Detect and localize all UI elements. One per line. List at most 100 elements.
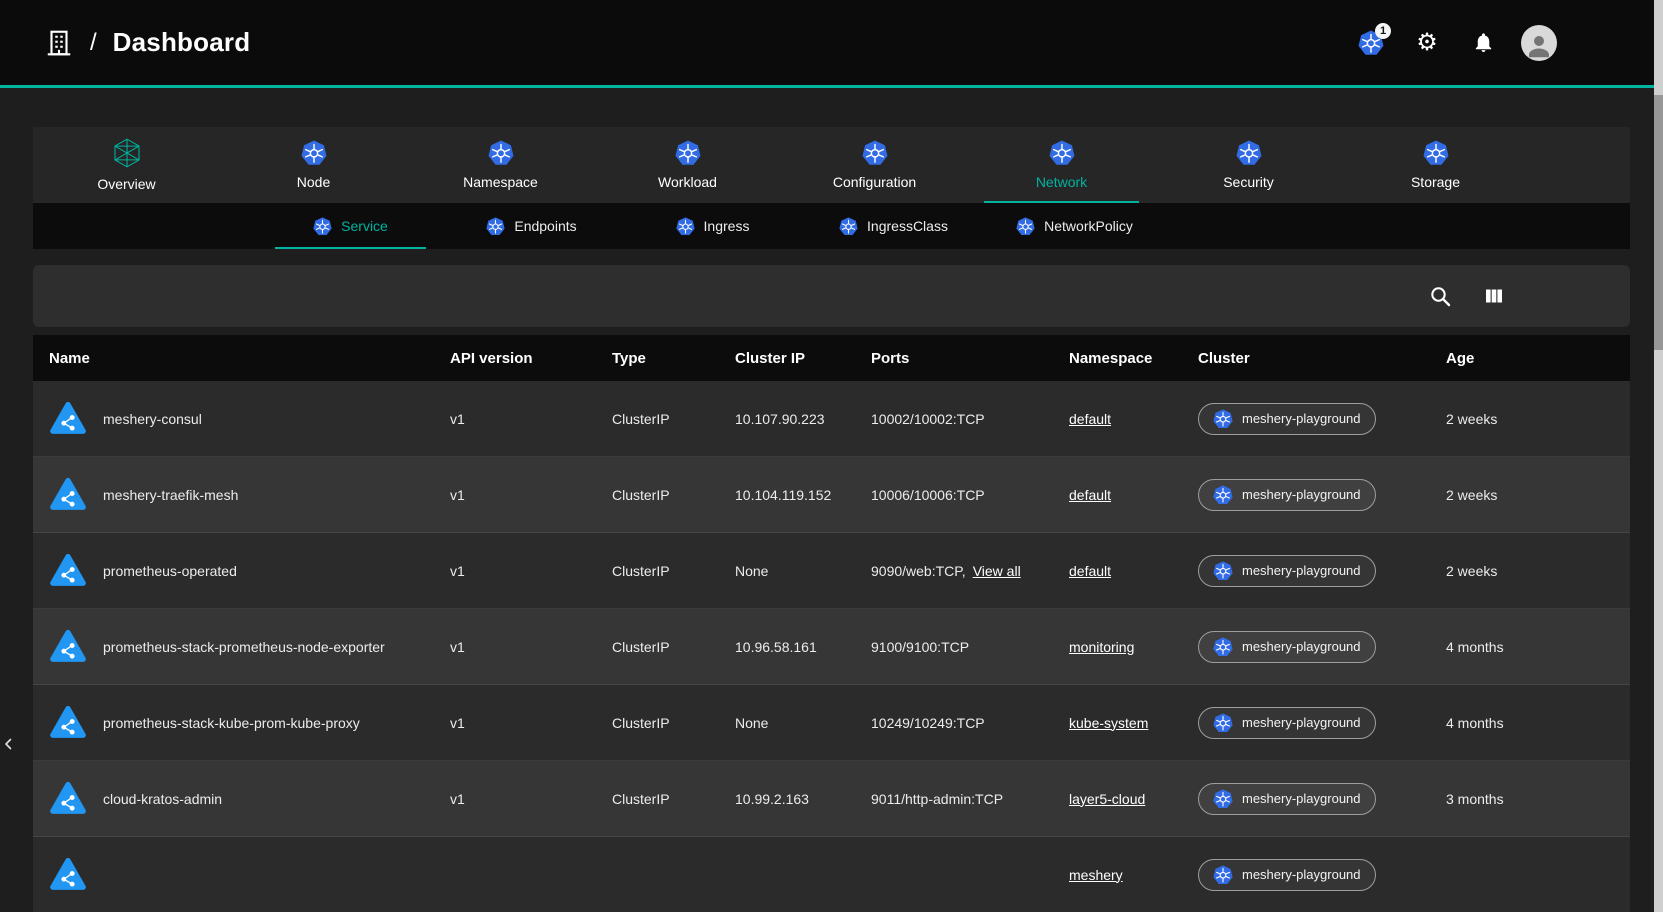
cluster-chip[interactable]: meshery-playground: [1198, 859, 1376, 891]
view-all-ports-link[interactable]: View all: [973, 563, 1021, 579]
resource-tab[interactable]: Storage: [1342, 127, 1529, 203]
dashboard-page: / Dashboard 1 ⚙ Overview: [0, 0, 1663, 912]
cluster-ip-cell: 10.99.2.163: [719, 791, 855, 807]
cluster-chip[interactable]: meshery-playground: [1198, 707, 1376, 739]
column-header[interactable]: Cluster: [1182, 350, 1430, 367]
cluster-chip-label: meshery-playground: [1242, 563, 1361, 578]
sub-tab[interactable]: NetworkPolicy: [984, 203, 1165, 249]
resource-tab[interactable]: Node: [220, 127, 407, 203]
service-icon: [49, 552, 87, 590]
ports-value: 10249/10249:TCP: [871, 715, 985, 731]
sub-tab[interactable]: Endpoints: [441, 203, 622, 249]
ports-value: 9011/http-admin:TCP: [871, 791, 1003, 807]
table-row[interactable]: prometheus-stack-prometheus-node-exporte…: [33, 609, 1630, 685]
column-header[interactable]: Type: [596, 350, 719, 367]
cluster-ip-cell: None: [719, 715, 855, 731]
namespace-link[interactable]: default: [1069, 563, 1111, 579]
user-avatar[interactable]: [1521, 25, 1557, 61]
sub-tab[interactable]: IngressClass: [803, 203, 984, 249]
tab-label: Network: [1036, 174, 1087, 190]
column-header[interactable]: Namespace: [1053, 350, 1182, 367]
cluster-cell: meshery-playground: [1182, 783, 1430, 815]
cluster-chip[interactable]: meshery-playground: [1198, 631, 1376, 663]
organization-icon[interactable]: [44, 28, 74, 58]
api-version-cell: v1: [434, 411, 596, 427]
cluster-cell: meshery-playground: [1182, 479, 1430, 511]
drawer-collapse-button[interactable]: [0, 731, 18, 757]
ports-cell: 9090/web:TCP,View all: [855, 563, 1053, 579]
sub-tab[interactable]: Service: [260, 203, 441, 249]
sub-tab-label: NetworkPolicy: [1044, 218, 1133, 234]
column-header[interactable]: Ports: [855, 350, 1053, 367]
table-row[interactable]: cloud-kratos-admin v1 ClusterIP 10.99.2.…: [33, 761, 1630, 837]
namespace-cell: meshery: [1053, 867, 1182, 883]
person-icon: [1524, 31, 1554, 61]
sub-tab-label: Endpoints: [514, 218, 576, 234]
search-button[interactable]: [1426, 282, 1454, 310]
table-row[interactable]: prometheus-operated v1 ClusterIP None 90…: [33, 533, 1630, 609]
namespace-link[interactable]: default: [1069, 487, 1111, 503]
kubernetes-icon: [1213, 485, 1233, 505]
cluster-cell: meshery-playground: [1182, 631, 1430, 663]
breadcrumb-separator: /: [90, 29, 97, 57]
namespace-cell: default: [1053, 487, 1182, 503]
tab-label: Security: [1223, 174, 1274, 190]
page-title: Dashboard: [113, 27, 251, 58]
table-row[interactable]: meshery meshery-playground: [33, 837, 1630, 912]
table-row[interactable]: meshery-traefik-mesh v1 ClusterIP 10.104…: [33, 457, 1630, 533]
resource-tab[interactable]: Network: [968, 127, 1155, 203]
resource-tab[interactable]: Overview: [33, 127, 220, 203]
resource-tab[interactable]: Security: [1155, 127, 1342, 203]
cluster-chip[interactable]: meshery-playground: [1198, 403, 1376, 435]
api-version-cell: v1: [434, 791, 596, 807]
table-row[interactable]: prometheus-stack-kube-prom-kube-proxy v1…: [33, 685, 1630, 761]
sub-tab-label: Service: [341, 218, 388, 234]
age-cell: 4 months: [1430, 639, 1630, 655]
ports-value: 10002/10002:TCP: [871, 411, 985, 427]
namespace-link[interactable]: default: [1069, 411, 1111, 427]
scrollbar-thumb[interactable]: [1654, 95, 1663, 350]
cluster-ip-cell: 10.104.119.152: [719, 487, 855, 503]
table-header-row: Name API version Type Cluster IP Ports N…: [33, 335, 1630, 381]
cluster-chip-label: meshery-playground: [1242, 715, 1361, 730]
network-sub-tabs: Service Endpoints Ingress IngressClass N…: [33, 203, 1630, 249]
cluster-chip[interactable]: meshery-playground: [1198, 555, 1376, 587]
namespace-link[interactable]: meshery: [1069, 867, 1123, 883]
cluster-chip-label: meshery-playground: [1242, 867, 1361, 882]
service-icon: [49, 856, 87, 894]
namespace-link[interactable]: kube-system: [1069, 715, 1148, 731]
chevron-left-icon: [0, 733, 18, 755]
cluster-chip-label: meshery-playground: [1242, 411, 1361, 426]
column-header[interactable]: Name: [33, 350, 434, 367]
column-header[interactable]: API version: [434, 350, 596, 367]
namespace-cell: monitoring: [1053, 639, 1182, 655]
namespace-link[interactable]: monitoring: [1069, 639, 1134, 655]
api-version-cell: v1: [434, 639, 596, 655]
vertical-scrollbar[interactable]: [1654, 0, 1663, 912]
column-header[interactable]: Cluster IP: [719, 350, 855, 367]
resource-tab[interactable]: Configuration: [781, 127, 968, 203]
sub-tab[interactable]: Ingress: [622, 203, 803, 249]
kubernetes-icon: [676, 217, 695, 236]
kubernetes-context-button[interactable]: 1: [1353, 25, 1389, 61]
cluster-chip[interactable]: meshery-playground: [1198, 783, 1376, 815]
column-header[interactable]: Age: [1430, 350, 1630, 367]
name-cell: cloud-kratos-admin: [33, 780, 434, 818]
settings-button[interactable]: ⚙: [1409, 25, 1445, 61]
kubernetes-icon: [1236, 140, 1262, 166]
kubernetes-icon: [488, 140, 514, 166]
breadcrumb: / Dashboard: [44, 27, 250, 58]
view-columns-button[interactable]: [1480, 282, 1508, 310]
notifications-button[interactable]: [1465, 25, 1501, 61]
tab-label: Configuration: [833, 174, 916, 190]
resource-tab[interactable]: Namespace: [407, 127, 594, 203]
type-cell: ClusterIP: [596, 791, 719, 807]
kubernetes-icon: [1213, 637, 1233, 657]
table-row[interactable]: meshery-consul v1 ClusterIP 10.107.90.22…: [33, 381, 1630, 457]
table-body: meshery-consul v1 ClusterIP 10.107.90.22…: [33, 381, 1630, 912]
cluster-chip[interactable]: meshery-playground: [1198, 479, 1376, 511]
ports-value: 9100/9100:TCP: [871, 639, 969, 655]
namespace-link[interactable]: layer5-cloud: [1069, 791, 1145, 807]
resource-tab[interactable]: Workload: [594, 127, 781, 203]
api-version-cell: v1: [434, 715, 596, 731]
